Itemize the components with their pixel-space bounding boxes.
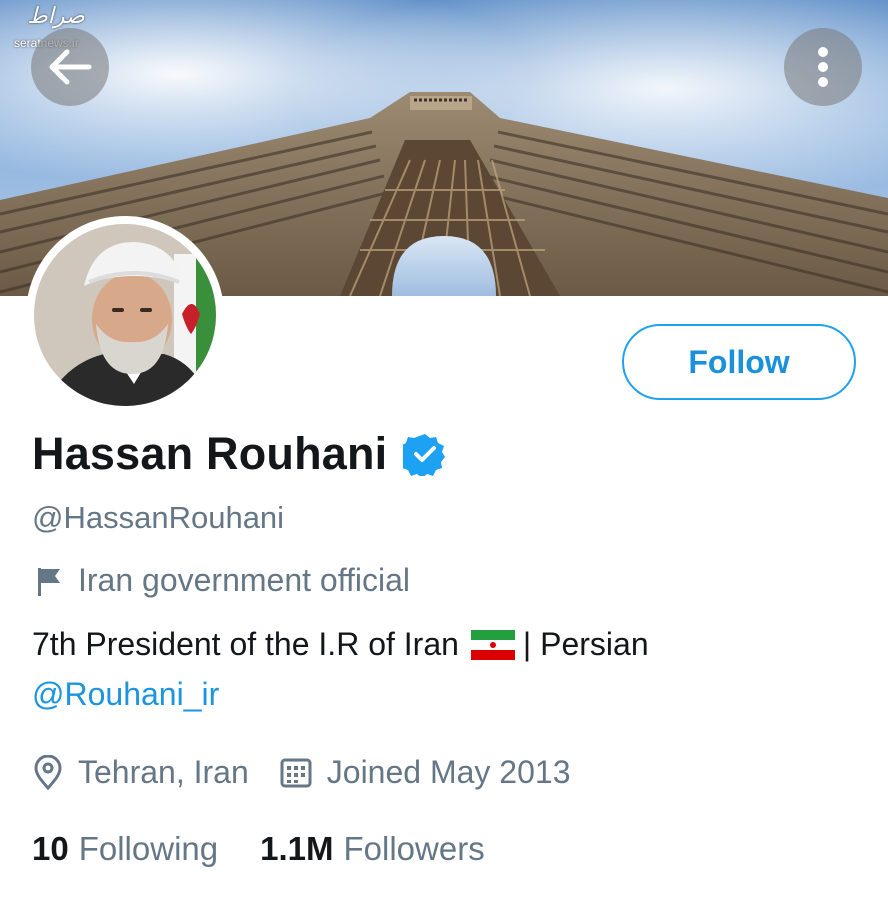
followers-label: Followers [343,830,485,867]
location-pin-icon [34,754,62,790]
bio-suffix: | Persian [522,626,649,662]
profile-bio: 7th President of the I.R of Iran | Persi… [32,626,649,663]
following-label: Following [78,830,219,867]
account-label: Iran government official [32,562,410,599]
more-options-button[interactable] [784,28,862,106]
calendar-icon [280,758,312,787]
bio-mention-link[interactable]: @Rouhani_ir [32,676,219,713]
profile-meta: Tehran, Iran Joined May 2013 [32,754,570,791]
follow-button[interactable]: Follow [622,324,856,400]
iran-flag-icon [470,629,515,660]
followers-link[interactable]: 1.1M Followers [260,830,485,868]
avatar[interactable] [26,216,224,414]
joined-date: Joined May 2013 [326,754,571,790]
followers-count: 1.1M [260,830,334,867]
follow-stats: 10 Following 1.1M Followers [32,830,485,868]
watermark-logo: صراط [27,4,85,29]
back-button[interactable] [31,28,109,106]
account-label-text: Iran government official [78,562,411,598]
flag-icon [38,567,60,596]
location-text: Tehran, Iran [78,754,249,790]
profile-photo [34,224,216,406]
verified-badge-icon [403,434,446,476]
more-vertical-icon [818,47,828,87]
profile-name-row: Hassan Rouhani [32,424,447,484]
following-link[interactable]: 10 Following [32,830,218,868]
following-count: 10 [32,830,69,867]
bio-text: 7th President of the I.R of Iran [32,626,459,662]
profile-handle: @HassanRouhani [32,500,285,535]
arrow-left-icon [49,49,92,85]
profile-name: Hassan Rouhani [32,428,388,479]
